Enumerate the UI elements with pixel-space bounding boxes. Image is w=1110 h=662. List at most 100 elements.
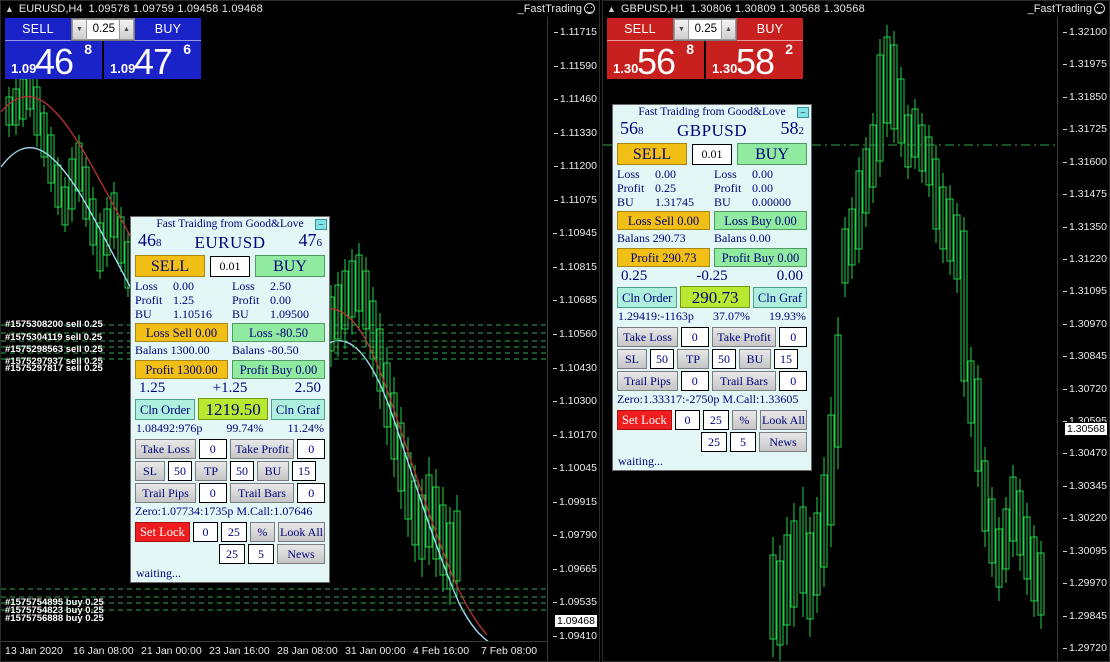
oneclick-buy-price[interactable]: 1.09 47 6 [104,41,201,79]
set-lock-button[interactable]: Set Lock [135,522,190,542]
panel-lot-input[interactable]: 0.01 [692,143,732,165]
time-scale-eurusd[interactable]: 13 Jan 2020 16 Jan 08:00 21 Jan 00:00 23 Ja… [1,641,547,661]
take-loss-button[interactable]: Take Loss [617,327,678,347]
oneclick-volume-input[interactable]: 0.25 [87,19,119,40]
bu-input[interactable]: 15 [774,349,798,369]
oneclick-sell-label[interactable]: SELL [607,18,673,41]
oneclick-buy-label[interactable]: BUY [135,18,201,41]
loss-buy-button[interactable]: Loss Buy 0.00 [714,211,807,230]
oneclick-sell-price[interactable]: 1.30 56 8 [607,41,704,79]
profit-sell-button[interactable]: Profit 1300.00 [135,360,228,379]
look-all-button[interactable]: Look All [760,410,807,430]
take-loss-button[interactable]: Take Loss [135,439,196,459]
sl-button[interactable]: SL [135,461,165,481]
sl-button[interactable]: SL [617,349,647,369]
cln-graf-button[interactable]: Cln Graf [270,398,325,420]
profit-buy-button[interactable]: Profit Buy 0.00 [232,360,325,379]
loss-sell-button[interactable]: Loss Sell 0.00 [617,211,710,230]
lock-input-1[interactable]: 0 [674,410,701,430]
sell-bu-value: 1.31745 [655,195,694,209]
price-scale-gbpusd[interactable]: 1.32100 1.31975 1.31850 1.31725 1.31600 1.314… [1057,1,1109,661]
oneclick-volume-input[interactable]: 0.25 [689,19,721,40]
lock-input-2[interactable]: 25 [703,410,729,430]
oneclick-sell-label[interactable]: SELL [5,18,71,41]
fast-trading-panel-eurusd[interactable]: Fast Traiding from Good&Love – 468 EURUS… [130,216,330,583]
buy-loss-label: Loss [714,167,737,181]
loss-buy-button[interactable]: Loss -80.50 [232,323,325,342]
trail-pips-button[interactable]: Trail Pips [617,371,678,391]
panel-bid: 568 [620,118,644,138]
trail-bars-button[interactable]: Trail Bars [711,371,777,391]
chevron-up-icon[interactable]: ▲ [721,19,736,40]
bu-input[interactable]: 15 [292,461,316,481]
percent-button[interactable]: % [249,522,276,542]
chart-indicator-label: _FastTrading [1028,1,1105,17]
oneclick-buy-price[interactable]: 1.30 58 2 [706,41,803,79]
chevron-down-icon[interactable]: ▼ [674,19,689,40]
cln-order-button[interactable]: Cln Order [617,286,678,308]
trail-bars-input[interactable]: 0 [297,483,326,503]
price-tick: 1.10560 [553,328,597,340]
price-scale-eurusd[interactable]: 1.11715 1.11590 1.11460 1.11330 1.11200 1.110… [547,1,599,661]
trail-pips-input[interactable]: 0 [198,483,227,503]
tp-button[interactable]: TP [195,461,227,481]
take-loss-input[interactable]: 0 [198,439,227,459]
order-label: #1575304119 sell 0.25 [5,332,103,343]
price-tick: 1.11330 [553,126,597,139]
row-input-1[interactable]: 25 [701,432,727,452]
oneclick-volume-stepper[interactable]: ▼ 0.25 ▲ [71,18,135,41]
panel-buy-button[interactable]: BUY [255,255,325,277]
row-input-2[interactable]: 5 [248,544,274,564]
panel-lot-input[interactable]: 0.01 [210,255,250,277]
one-click-trading-eurusd[interactable]: SELL ▼ 0.25 ▲ BUY 1.09 46 8 1.09 47 6 [5,18,201,79]
profit-sell-button[interactable]: Profit 290.73 [617,248,710,267]
oneclick-sell-price[interactable]: 1.09 46 8 [5,41,102,79]
one-click-trading-gbpusd[interactable]: SELL ▼ 0.25 ▲ BUY 1.30 56 8 1.30 58 2 [607,18,803,79]
fast-trading-panel-gbpusd[interactable]: Fast Traiding from Good&Love – 568 GBPUS… [612,104,812,471]
trail-bars-input[interactable]: 0 [779,371,808,391]
loss-sell-button[interactable]: Loss Sell 0.00 [135,323,228,342]
tp-button[interactable]: TP [677,349,709,369]
take-profit-input[interactable]: 0 [779,327,808,347]
trail-pips-button[interactable]: Trail Pips [135,483,196,503]
news-button[interactable]: News [759,432,807,452]
buy-price-sup: 6 [183,41,191,57]
sell-bu-value: 1.10516 [173,307,212,321]
row-input-2[interactable]: 5 [730,432,756,452]
tp-input[interactable]: 50 [230,461,254,481]
trail-bars-button[interactable]: Trail Bars [229,483,295,503]
cln-graf-button[interactable]: Cln Graf [752,286,807,308]
oneclick-volume-stepper[interactable]: ▼ 0.25 ▲ [673,18,737,41]
row-input-1[interactable]: 25 [219,544,245,564]
minimize-button[interactable]: – [315,219,327,230]
tp-input[interactable]: 50 [712,349,736,369]
set-lock-button[interactable]: Set Lock [617,410,672,430]
trail-pips-input[interactable]: 0 [680,371,709,391]
price-tick: 1.29720 [1063,642,1107,654]
lock-input-2[interactable]: 25 [221,522,247,542]
panel-buy-button[interactable]: BUY [737,143,807,165]
lock-input-1[interactable]: 0 [192,522,219,542]
look-all-button[interactable]: Look All [278,522,325,542]
panel-sell-button[interactable]: SELL [135,255,205,277]
minimize-button[interactable]: – [797,107,809,118]
price-tick: 1.31475 [1063,188,1107,201]
sl-input[interactable]: 50 [650,349,674,369]
take-profit-input[interactable]: 0 [297,439,326,459]
news-button[interactable]: News [277,544,325,564]
bu-button[interactable]: BU [257,461,289,481]
panel-lock-grid: Set Lock 0 25 % Look All 25 5 News [613,407,811,452]
percent-button[interactable]: % [731,410,758,430]
price-tick: 1.30970 [1063,317,1107,330]
profit-buy-button[interactable]: Profit Buy 0.00 [714,248,807,267]
take-profit-button[interactable]: Take Profit [229,439,295,459]
cln-order-button[interactable]: Cln Order [135,398,196,420]
bu-button[interactable]: BU [739,349,771,369]
chevron-down-icon[interactable]: ▼ [72,19,87,40]
take-profit-button[interactable]: Take Profit [711,327,777,347]
chevron-up-icon[interactable]: ▲ [119,19,134,40]
oneclick-buy-label[interactable]: BUY [737,18,803,41]
take-loss-input[interactable]: 0 [680,327,709,347]
sl-input[interactable]: 50 [168,461,192,481]
panel-sell-button[interactable]: SELL [617,143,687,165]
